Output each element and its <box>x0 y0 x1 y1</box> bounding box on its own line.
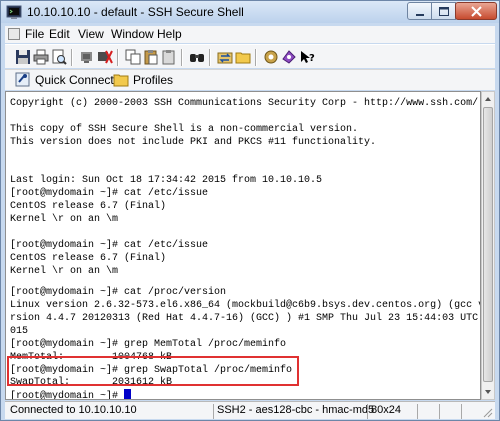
system-menu-icon[interactable] <box>8 28 20 40</box>
quick-connect-bar: Quick Connect Profiles <box>5 69 495 90</box>
toolbar-separator <box>181 49 183 66</box>
terminal-line: rsion 4.4.7 20120313 (Red Hat 4.4.7-16) … <box>10 313 481 324</box>
quick-connect-icon <box>15 72 30 87</box>
maximize-button[interactable] <box>431 2 456 20</box>
terminal-line: CentOS release 6.7 (Final) <box>10 201 167 212</box>
text-cursor <box>124 389 132 399</box>
toolbar-separator <box>209 49 211 66</box>
maximize-icon <box>439 7 449 16</box>
toolbar-separator <box>255 49 257 66</box>
menu-file[interactable]: File <box>25 27 44 41</box>
terminal-size-status: 80x24 <box>367 404 415 419</box>
toolbar-separator <box>117 49 119 66</box>
print-preview-icon[interactable] <box>51 49 67 65</box>
folder-icon[interactable] <box>235 49 251 65</box>
terminal-line: [root@mydomain ~]# cat /etc/issue <box>10 240 209 251</box>
terminal-line: Kernel \r on an \m <box>10 214 119 225</box>
key-icon[interactable] <box>281 49 297 65</box>
connect-icon[interactable] <box>79 49 95 65</box>
status-bar: Connected to 10.10.10.10 SSH2 - aes128-c… <box>5 401 495 419</box>
scroll-thumb[interactable] <box>483 107 493 382</box>
terminal-prompt-line: [root@mydomain ~]# <box>10 389 132 400</box>
minimize-icon <box>416 14 424 16</box>
file-transfer-icon[interactable] <box>217 49 233 65</box>
highlight-annotation <box>7 356 299 386</box>
terminal-line: Last login: Sun Oct 18 17:34:42 2015 fro… <box>10 175 323 186</box>
connection-status: Connected to 10.10.10.10 <box>10 404 137 416</box>
status-cell-empty <box>417 404 437 419</box>
paste-icon[interactable] <box>143 49 159 65</box>
terminal-line: Copyright (c) 2000-2003 SSH Communicatio… <box>10 98 479 109</box>
settings-icon[interactable] <box>263 49 279 65</box>
window-title: 10.10.10.10 - default - SSH Secure Shell <box>27 5 244 19</box>
terminal-line: [root@mydomain ~]# cat /proc/version <box>10 287 227 298</box>
menu-bar: File Edit View Window Help <box>5 26 495 43</box>
terminal-line: This version does not include PKI and PK… <box>10 137 377 148</box>
vertical-scrollbar[interactable] <box>481 91 495 400</box>
terminal-line: This copy of SSH Secure Shell is a non-c… <box>10 124 359 135</box>
terminal-line: [root@mydomain ~]# grep MemTotal /proc/m… <box>10 339 287 350</box>
status-cell-empty <box>461 404 479 419</box>
close-button[interactable] <box>455 2 497 20</box>
app-window: 10.10.10.10 - default - SSH Secure Shell… <box>0 0 500 421</box>
title-bar[interactable]: 10.10.10.10 - default - SSH Secure Shell <box>1 1 499 23</box>
toolbar: ? <box>5 44 495 68</box>
scroll-down-icon[interactable] <box>482 385 494 399</box>
status-cell-empty <box>439 404 459 419</box>
terminal-line: 015 <box>10 326 29 337</box>
cipher-status: SSH2 - aes128-cbc - hmac-md5 <box>213 404 374 419</box>
quick-connect-label: Quick Connect <box>35 73 114 87</box>
toolbar-separator <box>71 49 73 66</box>
profiles-button[interactable]: Profiles <box>113 72 175 89</box>
copy-icon[interactable] <box>125 49 141 65</box>
menu-edit[interactable]: Edit <box>49 27 70 41</box>
help-icon[interactable]: ? <box>299 49 315 65</box>
profiles-label: Profiles <box>133 73 174 87</box>
terminal-prompt: [root@mydomain ~]# <box>10 391 125 400</box>
find-icon[interactable] <box>189 49 205 65</box>
terminal-app-icon <box>6 5 22 19</box>
svg-text:?: ? <box>309 53 315 64</box>
close-icon <box>471 6 482 17</box>
folder-icon <box>113 74 129 87</box>
print-icon[interactable] <box>33 49 49 65</box>
quick-connect-button[interactable]: Quick Connect <box>15 72 114 89</box>
terminal-line: CentOS release 6.7 (Final) <box>10 253 167 264</box>
save-icon[interactable] <box>15 49 31 65</box>
disconnect-icon[interactable] <box>97 49 113 65</box>
menu-help[interactable]: Help <box>157 27 182 41</box>
scroll-up-icon[interactable] <box>482 92 494 106</box>
terminal-output[interactable]: Copyright (c) 2000-2003 SSH Communicatio… <box>5 91 481 400</box>
terminal-line: Kernel \r on an \m <box>10 266 119 277</box>
terminal-line: [root@mydomain ~]# cat /etc/issue <box>10 188 209 199</box>
paste-alt-icon[interactable] <box>161 49 177 65</box>
menu-window[interactable]: Window <box>111 27 154 41</box>
resize-grip-icon[interactable] <box>481 406 493 418</box>
menu-view[interactable]: View <box>78 27 104 41</box>
minimize-button[interactable] <box>407 2 432 20</box>
terminal-line: Linux version 2.6.32-573.el6.x86_64 (moc… <box>10 300 481 311</box>
